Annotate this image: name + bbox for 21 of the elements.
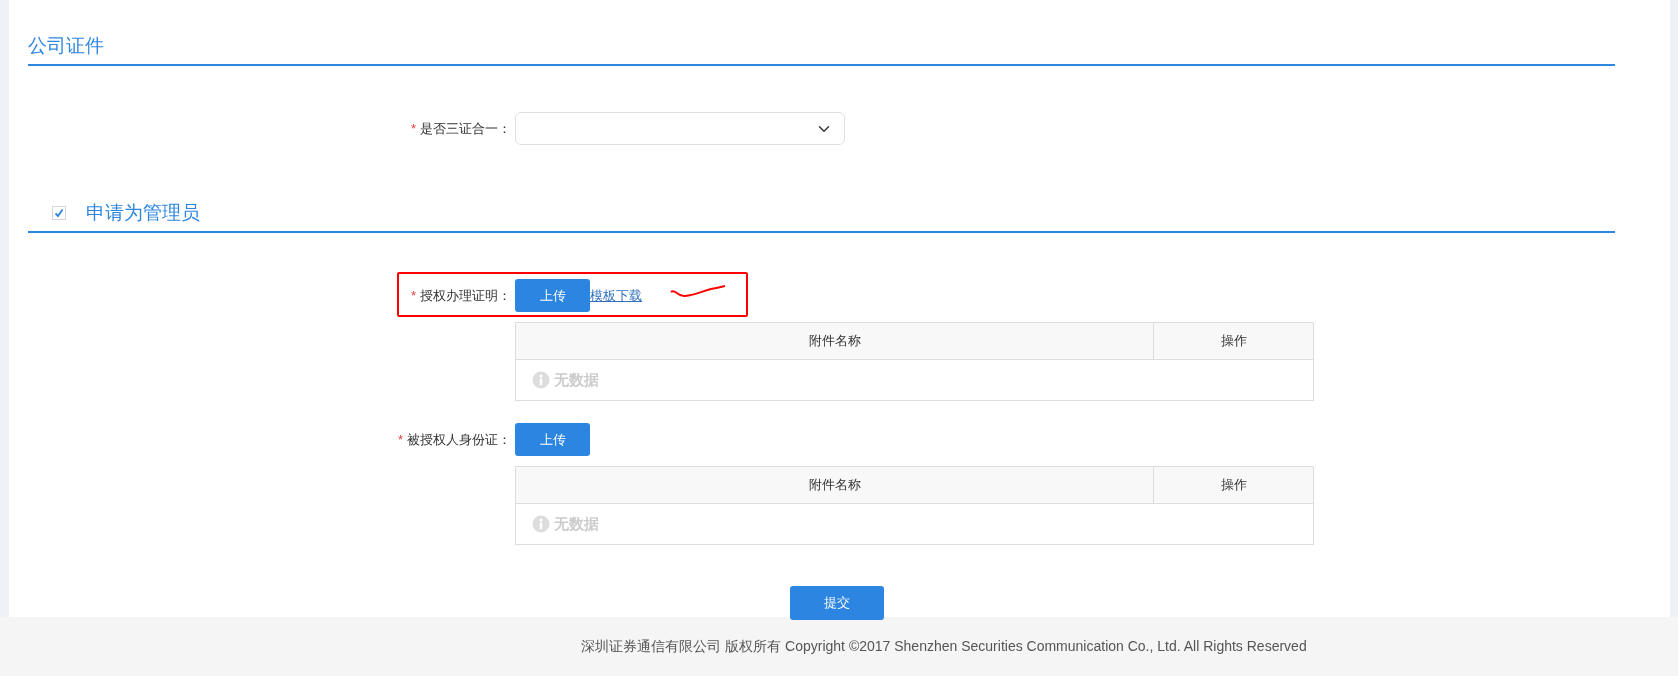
- field-label: 被授权人身份证：: [407, 431, 511, 447]
- template-download-link[interactable]: 模板下载: [590, 285, 642, 306]
- info-icon: [532, 371, 550, 389]
- column-header: 操作: [1153, 467, 1313, 503]
- field-label: 授权办理证明：: [420, 287, 511, 303]
- submit-button[interactable]: 提交: [790, 586, 884, 620]
- column-header: 附件名称: [807, 332, 862, 351]
- select-field[interactable]: [515, 112, 845, 145]
- copyright-text: 深圳证券通信有限公司 版权所有 Copyright ©2017 Shenzhen Securities Communication Co., Ltd. All Rights Reserved: [581, 637, 1307, 656]
- required-mark: *: [397, 431, 403, 447]
- required-mark: *: [410, 120, 416, 136]
- column-header: 附件名称: [807, 476, 862, 495]
- section-title: 申请为管理员: [86, 201, 200, 225]
- checkbox[interactable]: [52, 206, 66, 220]
- section-title: 公司证件: [28, 34, 104, 58]
- upload-button[interactable]: 上传: [515, 423, 590, 456]
- upload-button[interactable]: 上传: [515, 279, 590, 312]
- column-header: 操作: [1153, 323, 1313, 359]
- info-icon: [532, 515, 550, 533]
- field-label: 是否三证合一：: [420, 120, 511, 136]
- required-mark: *: [410, 287, 416, 303]
